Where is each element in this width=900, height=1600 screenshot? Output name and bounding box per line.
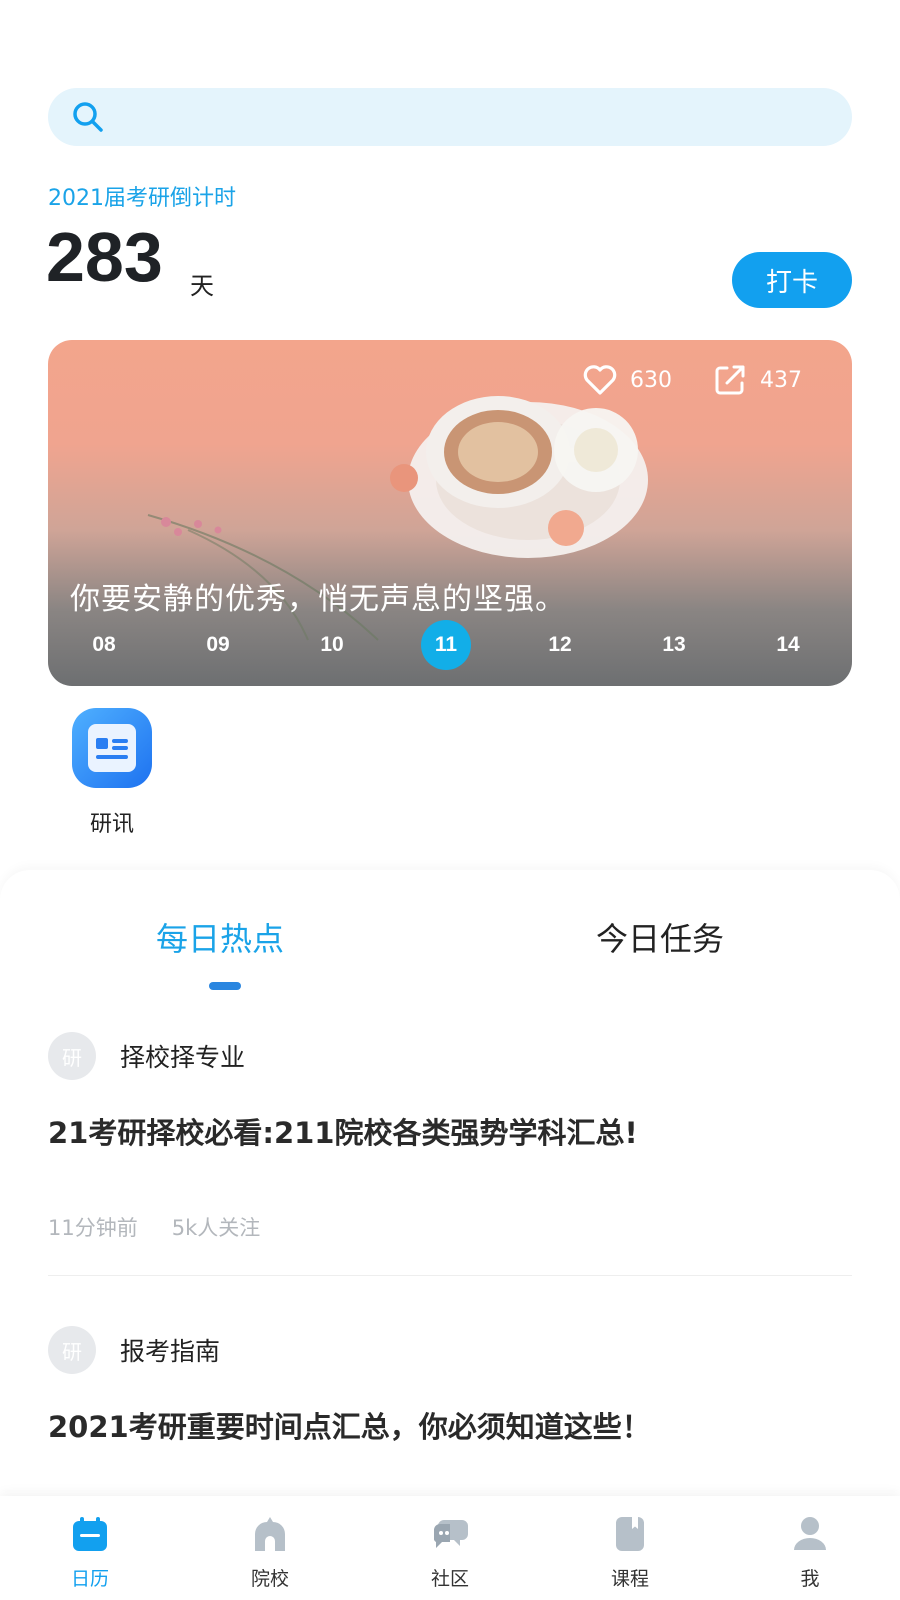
news-icon	[72, 708, 152, 788]
countdown-days: 283	[46, 218, 163, 296]
daily-quote-banner[interactable]: 630 437 你要安静的优秀，悄无声息的坚强。 08 09 10 11 12 13 14	[48, 340, 852, 686]
article-followers: 5k人关注	[171, 1216, 261, 1240]
date-item-13[interactable]: 13	[649, 620, 699, 670]
quick-item-news[interactable]: 研讯	[68, 708, 156, 838]
user-icon	[794, 1517, 826, 1550]
article-title[interactable]: 21考研择校必看:211院校各类强势学科汇总!	[48, 1110, 852, 1152]
tabbar-label: 院校	[250, 1568, 289, 1590]
tab-daily-hot[interactable]: 每日热点	[156, 914, 284, 960]
share-stat[interactable]: 437	[712, 362, 802, 398]
banner-stats: 630 437	[582, 362, 802, 398]
share-count: 437	[760, 367, 802, 393]
date-item-12[interactable]: 12	[535, 620, 585, 670]
date-item-08[interactable]: 08	[79, 620, 129, 670]
school-icon	[255, 1517, 285, 1551]
heart-icon	[583, 365, 617, 395]
share-icon	[715, 365, 745, 395]
calendar-icon	[73, 1517, 107, 1551]
tabbar-item-school[interactable]: 院校	[215, 1514, 325, 1591]
daily-quote: 你要安静的优秀，悄无声息的坚强。	[70, 582, 566, 617]
date-strip: 08 09 10 11 12 13 14	[48, 620, 852, 670]
article-category: 择校择专业	[120, 1043, 246, 1072]
search-input[interactable]	[106, 88, 852, 146]
search-bar[interactable]	[48, 88, 852, 146]
tabbar-label: 社区	[430, 1568, 469, 1590]
date-item-14[interactable]: 14	[763, 620, 813, 670]
date-item-11[interactable]: 11	[421, 620, 471, 670]
countdown-label: 2021届考研倒计时	[48, 186, 236, 211]
divider	[48, 1275, 852, 1276]
content-panel: 每日热点 今日任务 研 择校择专业 21考研择校必看:211院校各类强势学科汇总…	[0, 870, 900, 1490]
bottom-tab-bar: 日历 院校 社区 课程 我	[0, 1496, 900, 1600]
article-category: 报考指南	[120, 1337, 221, 1366]
active-tab-indicator	[209, 982, 241, 990]
article-meta: 11分钟前 5k人关注	[48, 1212, 852, 1242]
article-time: 11分钟前	[48, 1216, 138, 1240]
community-icon	[433, 1520, 468, 1548]
like-stat[interactable]: 630	[582, 362, 672, 398]
tabbar-label: 日历	[70, 1568, 109, 1590]
article-title[interactable]: 2021考研重要时间点汇总，你必须知道这些！	[48, 1404, 852, 1446]
avatar: 研	[48, 1032, 96, 1080]
date-item-09[interactable]: 09	[193, 620, 243, 670]
course-icon	[616, 1517, 644, 1551]
tabbar-item-me[interactable]: 我	[755, 1514, 865, 1591]
like-count: 630	[630, 367, 672, 393]
content-tabs: 每日热点 今日任务	[0, 914, 900, 984]
tabbar-label: 我	[800, 1568, 820, 1590]
tabbar-item-calendar[interactable]: 日历	[35, 1514, 145, 1591]
tabbar-label: 课程	[610, 1568, 649, 1590]
article-card[interactable]: 研 择校择专业 21考研择校必看:211院校各类强势学科汇总! 11分钟前 5k…	[48, 1032, 852, 1242]
countdown-unit: 天	[190, 272, 214, 300]
search-icon	[73, 102, 103, 132]
tabbar-item-course[interactable]: 课程	[575, 1514, 685, 1591]
checkin-button[interactable]: 打卡	[732, 252, 852, 308]
tabbar-item-community[interactable]: 社区	[395, 1514, 505, 1591]
quick-item-label: 研讯	[89, 812, 134, 837]
avatar: 研	[48, 1326, 96, 1374]
tab-today-tasks[interactable]: 今日任务	[596, 914, 724, 960]
article-card[interactable]: 研 报考指南 2021考研重要时间点汇总，你必须知道这些！	[48, 1326, 852, 1446]
date-item-10[interactable]: 10	[307, 620, 357, 670]
